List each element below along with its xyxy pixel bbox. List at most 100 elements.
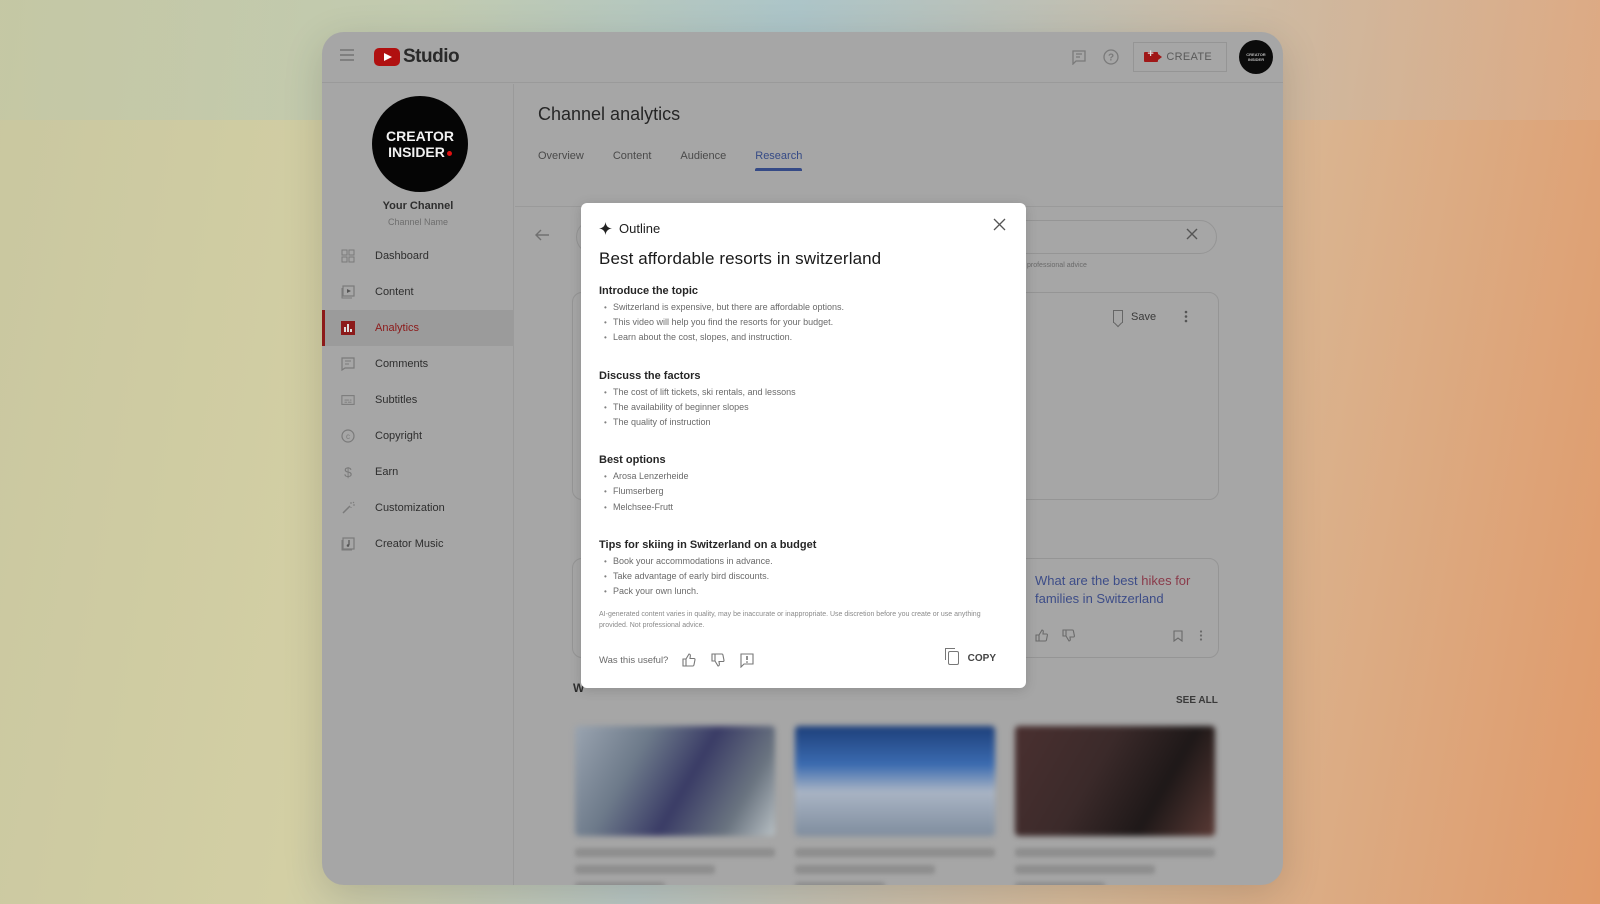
copy-button[interactable]: COPY: [944, 648, 996, 665]
video-thumbnail: [1015, 726, 1215, 836]
comments-icon: [341, 357, 355, 371]
more-options-icon[interactable]: [1199, 630, 1203, 641]
video-thumbnail: [795, 726, 995, 836]
dashboard-icon: [341, 249, 355, 263]
outline-sections: Introduce the topic Switzerland is expen…: [599, 285, 1009, 623]
sidebar-item-dashboard[interactable]: Dashboard: [322, 238, 514, 274]
create-label: CREATE: [1166, 51, 1212, 63]
content-icon: [341, 285, 355, 299]
video-meta-placeholder: [795, 882, 885, 885]
video-title-placeholder: [575, 848, 775, 857]
video-card[interactable]: [575, 726, 775, 885]
sidebar-item-content[interactable]: Content: [322, 274, 514, 310]
ai-disclaimer: AI-generated content varies in quality, …: [599, 611, 981, 629]
feedback-row: Was this useful?: [599, 652, 755, 668]
more-options-icon[interactable]: [1184, 310, 1188, 323]
tab-overview[interactable]: Overview: [538, 150, 584, 171]
channel-name: Channel Name: [387, 217, 449, 227]
bullet-item: Pack your own lunch.: [599, 584, 1009, 599]
bullet-item: Arosa Lenzerheide: [599, 469, 1009, 484]
outline-section: Discuss the factors The cost of lift tic…: [599, 370, 1009, 431]
sidebar-item-creator-music[interactable]: Creator Music: [322, 526, 514, 562]
analytics-tabs: Overview Content Audience Research: [538, 150, 831, 171]
channel-avatar[interactable]: CREATOR INSIDER: [372, 96, 468, 192]
thumbs-up-icon[interactable]: [681, 652, 697, 668]
svg-text:$: $: [344, 464, 352, 480]
red-dot-icon: [446, 150, 452, 156]
menu-icon[interactable]: [340, 49, 354, 61]
studio-logo[interactable]: Studio: [374, 46, 460, 68]
earn-icon: $: [341, 464, 355, 480]
bullet-item: Switzerland is expensive, but there are …: [599, 300, 1009, 315]
sidebar-item-analytics[interactable]: Analytics: [322, 310, 514, 346]
create-button[interactable]: CREATE: [1133, 42, 1227, 72]
save-label: Save: [1131, 310, 1157, 323]
bullet-item: Flumserberg: [599, 484, 1009, 499]
bullet-item: Take advantage of early bird discounts.: [599, 569, 1009, 584]
thumbs-down-icon[interactable]: [710, 652, 726, 668]
creator-music-icon: [341, 537, 355, 551]
see-all-link[interactable]: SEE ALL: [1176, 695, 1218, 706]
video-meta-placeholder: [1015, 882, 1105, 885]
video-card[interactable]: [795, 726, 995, 885]
save-button[interactable]: Save: [1113, 310, 1188, 323]
sidebar-item-label: Copyright: [375, 430, 423, 442]
section-heading: Best options: [599, 454, 666, 467]
video-title-placeholder: [1015, 848, 1215, 857]
idea-link-text: hikes for: [1141, 573, 1191, 588]
sidebar-nav: Dashboard Content Analytics Comments Sub…: [322, 238, 514, 562]
bullet-item: This video will help you find the resort…: [599, 315, 1009, 330]
bullet-item: The availability of beginner slopes: [599, 400, 1009, 415]
copy-icon: [944, 648, 959, 665]
thumbs-up-icon[interactable]: [1035, 629, 1048, 642]
top-bar: Studio ? CREATE CREATOR INSIDER: [322, 32, 1283, 83]
video-card[interactable]: [1015, 726, 1215, 885]
bookmark-icon: [1113, 310, 1123, 323]
video-title-placeholder: [795, 865, 935, 874]
section-heading: Introduce the topic: [599, 285, 698, 297]
outline-dialog: Outline Best affordable resorts in switz…: [581, 203, 1026, 688]
account-avatar[interactable]: CREATOR INSIDER: [1239, 40, 1273, 74]
sidebar-item-label: Comments: [375, 358, 429, 370]
idea-link-text: families in Switzerland: [1035, 591, 1164, 606]
idea-link-text: What are the best: [1035, 573, 1142, 588]
tab-audience[interactable]: Audience: [680, 150, 726, 171]
youtube-play-icon: [374, 48, 400, 66]
channel-title: Your Channel: [382, 200, 454, 212]
sidebar-item-earn[interactable]: $ Earn: [322, 454, 514, 490]
sidebar-item-label: Dashboard: [375, 250, 429, 262]
tab-research[interactable]: Research: [755, 150, 803, 171]
dialog-header-label: Outline: [619, 221, 661, 236]
subtitles-icon: [341, 393, 355, 407]
bookmark-icon[interactable]: [1173, 629, 1183, 642]
close-icon[interactable]: [993, 218, 1006, 231]
idea-card-actions: [1035, 629, 1203, 642]
bullet-item: Learn about the cost, slopes, and instru…: [599, 330, 1009, 345]
idea-link[interactable]: What are the best hikes for families in …: [1035, 572, 1215, 608]
sidebar-item-customization[interactable]: Customization: [322, 490, 514, 526]
report-icon[interactable]: [739, 652, 755, 668]
feedback-icon[interactable]: [1069, 47, 1089, 67]
page-title: Channel analytics: [538, 104, 681, 124]
clear-search-icon[interactable]: [1186, 228, 1198, 240]
tab-content[interactable]: Content: [613, 150, 652, 171]
video-title-placeholder: [575, 865, 715, 874]
sidebar-item-comments[interactable]: Comments: [322, 346, 514, 382]
back-arrow-icon[interactable]: [534, 228, 550, 242]
sidebar-item-subtitles[interactable]: Subtitles: [322, 382, 514, 418]
svg-text:c: c: [346, 432, 350, 441]
search-disclaimer: professional advice: [1027, 262, 1087, 269]
bullet-item: The quality of instruction: [599, 415, 1009, 430]
video-thumbnails: [575, 726, 1215, 885]
sidebar-item-copyright[interactable]: c Copyright: [322, 418, 514, 454]
help-icon[interactable]: ?: [1101, 47, 1121, 67]
video-meta-placeholder: [575, 882, 665, 885]
analytics-icon: [341, 321, 355, 335]
sparkle-icon: [599, 222, 612, 235]
video-title-placeholder: [1015, 865, 1155, 874]
bullet-item: Book your accommodations in advance.: [599, 554, 1009, 569]
feedback-label: Was this useful?: [599, 654, 669, 666]
customization-icon: [341, 501, 355, 515]
video-thumbnail: [575, 726, 775, 836]
thumbs-down-icon[interactable]: [1062, 629, 1075, 642]
